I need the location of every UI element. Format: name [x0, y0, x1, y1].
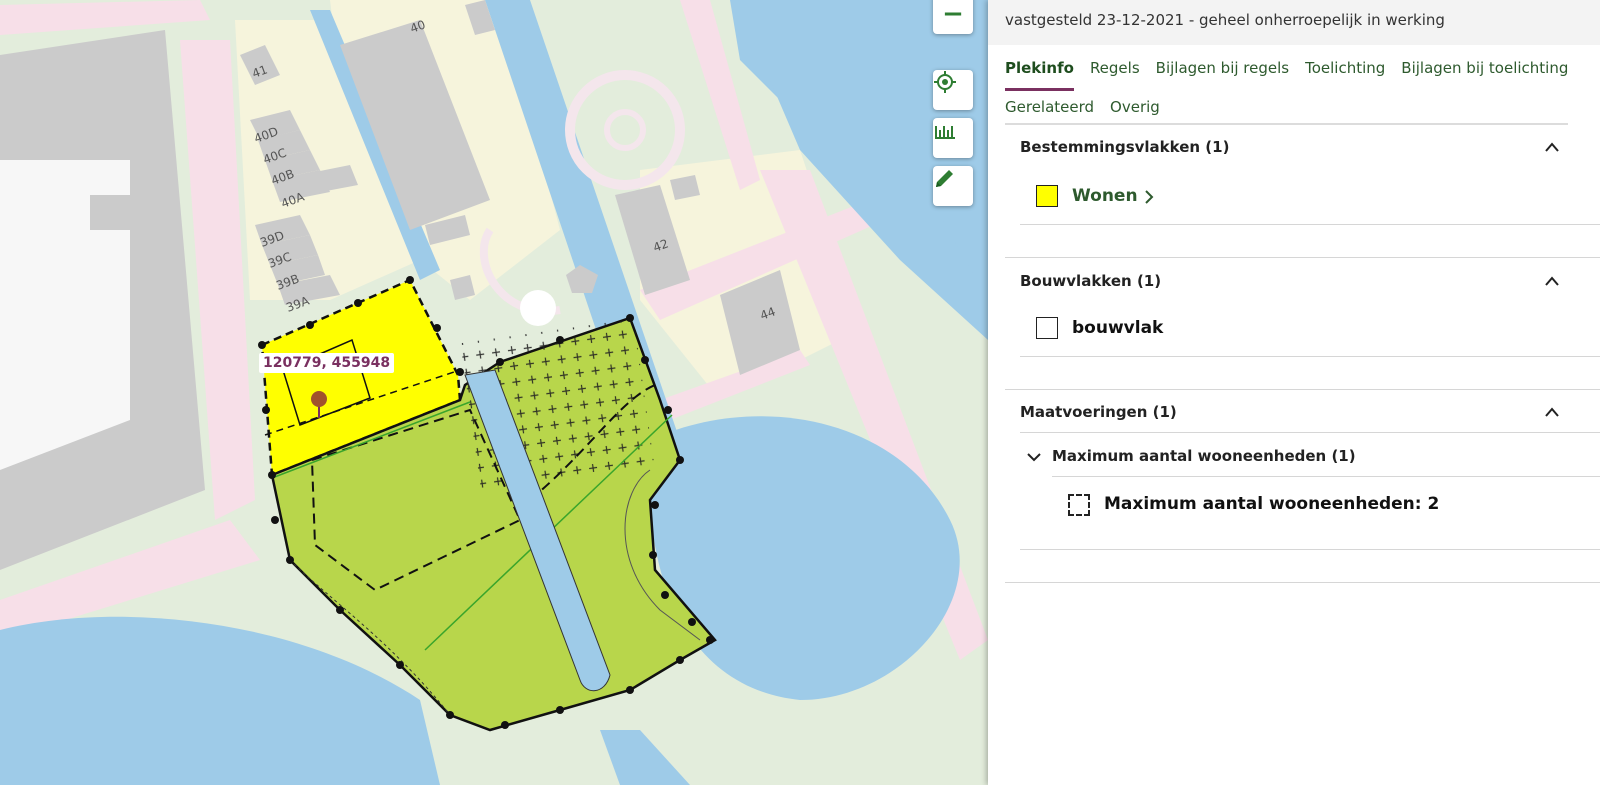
subgroup-title: Maximum aantal wooneenheden (1) [1052, 447, 1356, 465]
divider [1020, 356, 1600, 357]
tab-toelichting[interactable]: Toelichting [1305, 52, 1385, 88]
measure-button[interactable] [933, 118, 973, 158]
bouwvlak-swatch [1036, 317, 1058, 339]
divider [1020, 549, 1600, 550]
zoom-out-button[interactable]: − [933, 0, 973, 34]
maatvoering-swatch [1068, 494, 1090, 516]
chevron-down-icon[interactable] [1026, 451, 1042, 463]
divider [1005, 582, 1600, 583]
locate-icon [934, 71, 956, 93]
chevron-right-icon [1145, 190, 1154, 204]
chevron-up-icon[interactable] [1544, 405, 1560, 419]
zoom-out-icon: − [942, 0, 964, 29]
map-canvas[interactable]: 40 41 40D 40C 40B 40A 39D 39C 39B 39A 42… [0, 0, 988, 785]
legend-label: Wonen [1072, 186, 1138, 206]
section-title: Maatvoeringen (1) [1020, 403, 1177, 421]
divider [1005, 257, 1600, 258]
draw-button[interactable] [933, 166, 973, 206]
legend-label: Maximum aantal wooneenheden: 2 [1104, 494, 1440, 514]
locate-button[interactable] [933, 70, 973, 110]
section-title: Bouwvlakken (1) [1020, 272, 1162, 290]
tab-divider [1005, 123, 1568, 125]
section-title: Bestemmingsvlakken (1) [1020, 138, 1230, 156]
chevron-up-icon[interactable] [1544, 140, 1560, 154]
map-view[interactable]: 40 41 40D 40C 40B 40A 39D 39C 39B 39A 42… [0, 0, 988, 785]
tab-gerelateerd[interactable]: Gerelateerd [1005, 91, 1094, 127]
divider [1052, 476, 1600, 477]
tab-bar: Plekinfo Regels Bijlagen bij regels Toelich… [1005, 52, 1590, 127]
tab-plekinfo[interactable]: Plekinfo [1005, 52, 1074, 91]
info-panel: vastgesteld 23-12-2021 - geheel onherroe… [988, 0, 1600, 785]
legend-label: bouwvlak [1072, 318, 1164, 338]
tab-overig[interactable]: Overig [1110, 91, 1160, 127]
tab-bijlagen-toelichting[interactable]: Bijlagen bij toelichting [1401, 52, 1568, 88]
tab-regels[interactable]: Regels [1090, 52, 1140, 88]
plan-status: vastgesteld 23-12-2021 - geheel onherroe… [988, 0, 1600, 45]
measure-icon [935, 126, 955, 139]
divider [1020, 432, 1600, 433]
draw-icon [936, 170, 953, 187]
divider [1020, 224, 1600, 225]
chevron-up-icon[interactable] [1544, 274, 1560, 288]
divider [1005, 389, 1600, 390]
coordinate-label: 120779, 455948 [259, 353, 395, 373]
tab-bijlagen-regels[interactable]: Bijlagen bij regels [1156, 52, 1289, 88]
wonen-swatch [1036, 185, 1058, 207]
